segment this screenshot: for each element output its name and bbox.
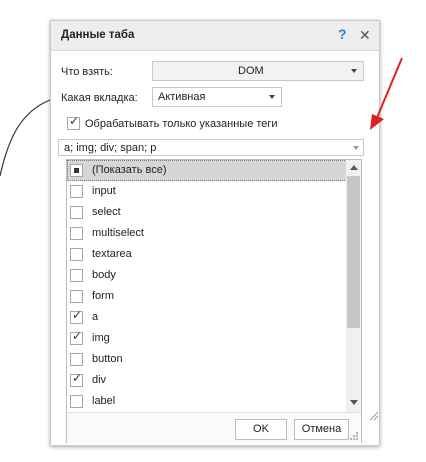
checkmark-icon: ✓	[72, 329, 83, 343]
tag-checkbox[interactable]	[70, 290, 83, 303]
tag-checkbox[interactable]	[70, 227, 83, 240]
list-item[interactable]: body	[67, 265, 347, 286]
tag-checkbox[interactable]: ✓	[70, 308, 83, 324]
scroll-down-icon[interactable]	[350, 400, 358, 405]
only-tags-label: Обрабатывать только указанные теги	[85, 118, 278, 130]
list-item-label: label	[92, 395, 116, 407]
tag-checkbox[interactable]: ✓	[70, 371, 83, 387]
list-item[interactable]: button	[67, 349, 347, 370]
tab-select[interactable]: Активная	[152, 87, 282, 107]
only-tags-checkbox[interactable]: ✓	[67, 114, 80, 130]
chevron-down-icon	[351, 69, 357, 73]
checkmark-icon: ✓	[69, 114, 80, 128]
tags-input[interactable]: a; img; div; span; p	[58, 139, 364, 156]
dialog-resize-grip-icon[interactable]	[367, 409, 379, 421]
resize-grip-icon[interactable]	[349, 431, 359, 441]
list-item[interactable]: select	[67, 202, 347, 223]
indeterminate-icon	[74, 168, 79, 173]
tag-checkbox[interactable]	[70, 353, 83, 366]
list-item-label: (Показать все)	[92, 164, 167, 176]
tab-select-value: Активная	[158, 91, 206, 103]
list-item-label: body	[92, 269, 116, 281]
list-item[interactable]: input	[67, 181, 347, 202]
list-item-show-all[interactable]: (Показать все)	[67, 160, 347, 181]
list-scrollbar[interactable]	[346, 160, 361, 412]
list-item[interactable]: ✓ img	[67, 328, 347, 349]
red-arrow-icon	[370, 57, 403, 130]
what-label: Что взять:	[61, 66, 113, 78]
help-icon[interactable]: ?	[338, 26, 347, 42]
list-item[interactable]: ✓ div	[67, 370, 347, 391]
close-icon[interactable]: ✕	[359, 27, 371, 44]
list-item-label: multiselect	[92, 227, 144, 239]
tag-checkbox[interactable]	[70, 206, 83, 219]
tags-checklist: (Показать все) input select multiselect …	[67, 160, 347, 412]
what-select[interactable]: DOM	[152, 61, 364, 81]
tab-label: Какая вкладка:	[61, 92, 138, 104]
dialog-titlebar: Данные таба ? ✕	[51, 21, 379, 51]
tags-dropdown-popup: (Показать все) input select multiselect …	[66, 159, 362, 443]
tags-input-value: a; img; div; span; p	[64, 142, 157, 154]
tag-checkbox[interactable]	[70, 185, 83, 198]
dialog-title: Данные таба	[61, 29, 135, 41]
list-item-label: textarea	[92, 248, 132, 260]
chevron-down-icon[interactable]	[353, 146, 359, 150]
list-item[interactable]: multiselect	[67, 223, 347, 244]
scrollbar-thumb[interactable]	[347, 176, 360, 328]
tag-checkbox[interactable]	[70, 269, 83, 282]
tag-checkbox[interactable]	[70, 395, 83, 408]
list-item[interactable]: form	[67, 286, 347, 307]
checkmark-icon: ✓	[72, 371, 83, 385]
list-item-label: button	[92, 353, 123, 365]
list-item-label: img	[92, 332, 110, 344]
chevron-down-icon	[269, 95, 275, 99]
cancel-button[interactable]: Отмена	[294, 419, 349, 440]
list-item[interactable]: ✓ a	[67, 307, 347, 328]
list-item[interactable]: label	[67, 391, 347, 412]
show-all-checkbox[interactable]	[70, 164, 83, 177]
list-item[interactable]: textarea	[67, 244, 347, 265]
scroll-up-icon[interactable]	[350, 165, 358, 170]
list-item-label: div	[92, 374, 107, 386]
tag-checkbox[interactable]	[70, 248, 83, 261]
what-select-value: DOM	[238, 65, 264, 77]
list-item-label: input	[92, 185, 116, 197]
popup-footer: OK Отмена	[67, 412, 361, 443]
list-item-label: a	[92, 311, 99, 323]
list-item-label: form	[92, 290, 114, 302]
tag-checkbox[interactable]: ✓	[70, 329, 83, 345]
ok-button[interactable]: OK	[235, 419, 287, 440]
list-item-label: select	[92, 206, 121, 218]
tab-data-dialog: Данные таба ? ✕ Что взять: DOM Какая вкл…	[50, 20, 380, 446]
checkmark-icon: ✓	[72, 308, 83, 322]
